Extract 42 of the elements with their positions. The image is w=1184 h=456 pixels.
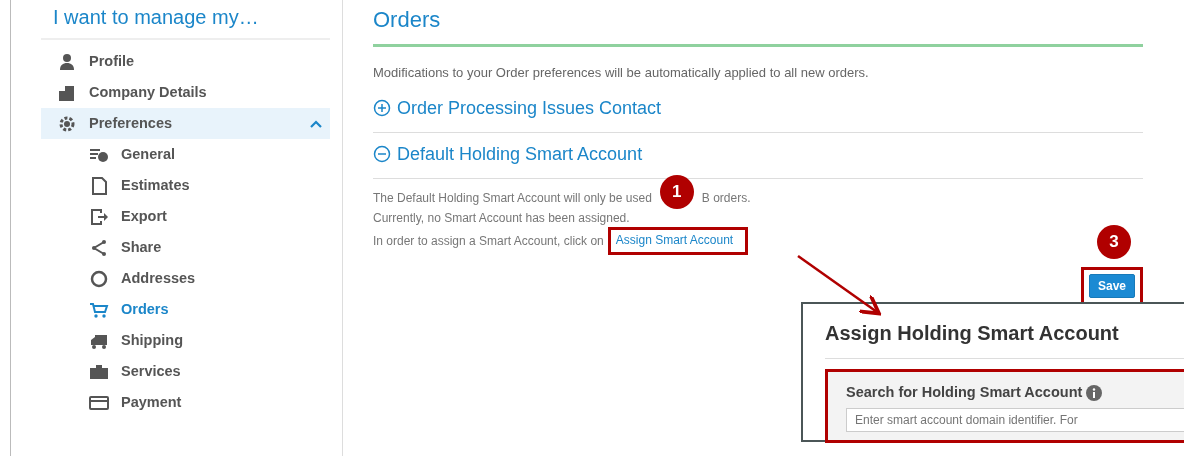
export-icon [89, 207, 109, 226]
note-text: The Default Holding Smart Account will only be used [373, 189, 652, 207]
sidebar-subitem[interactable]: General [41, 139, 330, 170]
assign-smart-account-link[interactable]: Assign Smart Account [607, 226, 749, 255]
callout-number: 1 [659, 174, 694, 209]
sidebar-subitem[interactable]: Estimates [41, 170, 330, 201]
briefcase-icon [89, 362, 109, 381]
sidebar-subitem[interactable]: Share [41, 232, 330, 263]
page-title: Orders [373, 0, 1143, 47]
search-label: Search for Holding Smart Account [846, 383, 1083, 402]
save-button[interactable]: Save [1088, 273, 1135, 298]
assign-text: In order to assign a Smart Account, click on [373, 232, 604, 250]
collapse-icon [373, 145, 391, 163]
note-text: B orders. [701, 189, 751, 207]
callout-number: 3 [1097, 224, 1131, 259]
sidebar-subitem[interactable]: Addresses [41, 263, 330, 294]
intro-text: Modifications to your Order preferences will be automatically applied to all new orders. [373, 64, 870, 82]
sidebar-item[interactable]: Company Details [41, 77, 330, 108]
globe-icon [89, 269, 109, 288]
document-icon [89, 176, 109, 195]
expand-icon [373, 99, 391, 117]
share-icon [89, 238, 109, 257]
sidebar-item[interactable]: Preferences [41, 108, 330, 139]
sidebar-subitem[interactable]: Payment [41, 387, 330, 418]
building-icon [57, 83, 77, 102]
sidebar-subitem[interactable]: Orders [41, 294, 330, 325]
credit-card-icon [89, 393, 109, 412]
person-icon [57, 52, 77, 71]
sidebar-item[interactable]: Profile [41, 46, 330, 77]
caret-icon [310, 120, 322, 129]
section-header[interactable]: Order Processing Issues Contact [373, 86, 1143, 133]
search-field[interactable]: Enter smart account domain identifier. For [846, 407, 1184, 432]
info-icon [1086, 384, 1103, 401]
section-header[interactable]: Default Holding Smart Account [373, 132, 1143, 179]
settings-icon [57, 114, 77, 133]
status-text: Currently, no Smart Account has been assigned. [373, 209, 631, 227]
cart-icon [89, 300, 109, 319]
sidebar-subitem[interactable]: Shipping [41, 325, 330, 356]
sidebar-subitem[interactable]: Services [41, 356, 330, 387]
dialog-title: Assign Holding Smart Account [825, 318, 1184, 359]
sidebar-subitem[interactable]: Export [41, 201, 330, 232]
sidebar-title: I want to manage my… [41, 0, 330, 40]
